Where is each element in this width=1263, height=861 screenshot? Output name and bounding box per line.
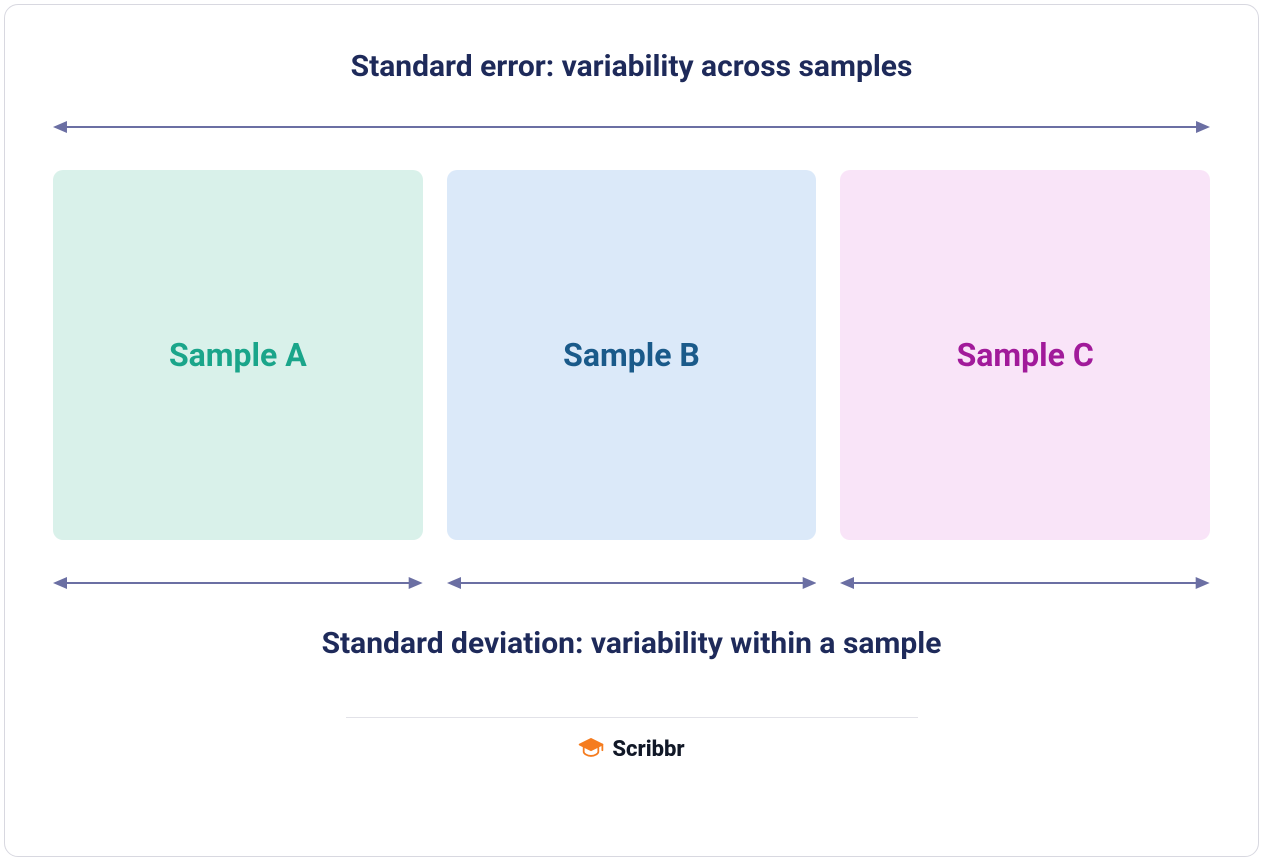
brand: Scribbr — [578, 734, 684, 764]
sample-a-label: Sample A — [169, 336, 307, 374]
across-samples-arrow — [53, 118, 1210, 136]
within-sample-arrow-a — [53, 574, 423, 592]
sample-b-label: Sample B — [563, 336, 700, 374]
sample-box-c: Sample C — [840, 170, 1210, 540]
sample-box-a: Sample A — [53, 170, 423, 540]
within-sample-arrows-row — [53, 574, 1210, 592]
brand-name: Scribbr — [612, 737, 684, 762]
standard-deviation-heading: Standard deviation: variability within a… — [322, 626, 942, 661]
sample-c-label: Sample C — [957, 336, 1094, 374]
footer: Scribbr — [346, 717, 918, 764]
standard-error-heading: Standard error: variability across sampl… — [351, 49, 913, 84]
samples-row: Sample A Sample B Sample C — [53, 170, 1210, 540]
diagram-frame: Standard error: variability across sampl… — [4, 4, 1259, 857]
graduation-cap-icon — [578, 734, 604, 764]
sample-box-b: Sample B — [447, 170, 817, 540]
within-sample-arrow-c — [840, 574, 1210, 592]
within-sample-arrow-b — [447, 574, 817, 592]
footer-divider — [346, 717, 918, 718]
